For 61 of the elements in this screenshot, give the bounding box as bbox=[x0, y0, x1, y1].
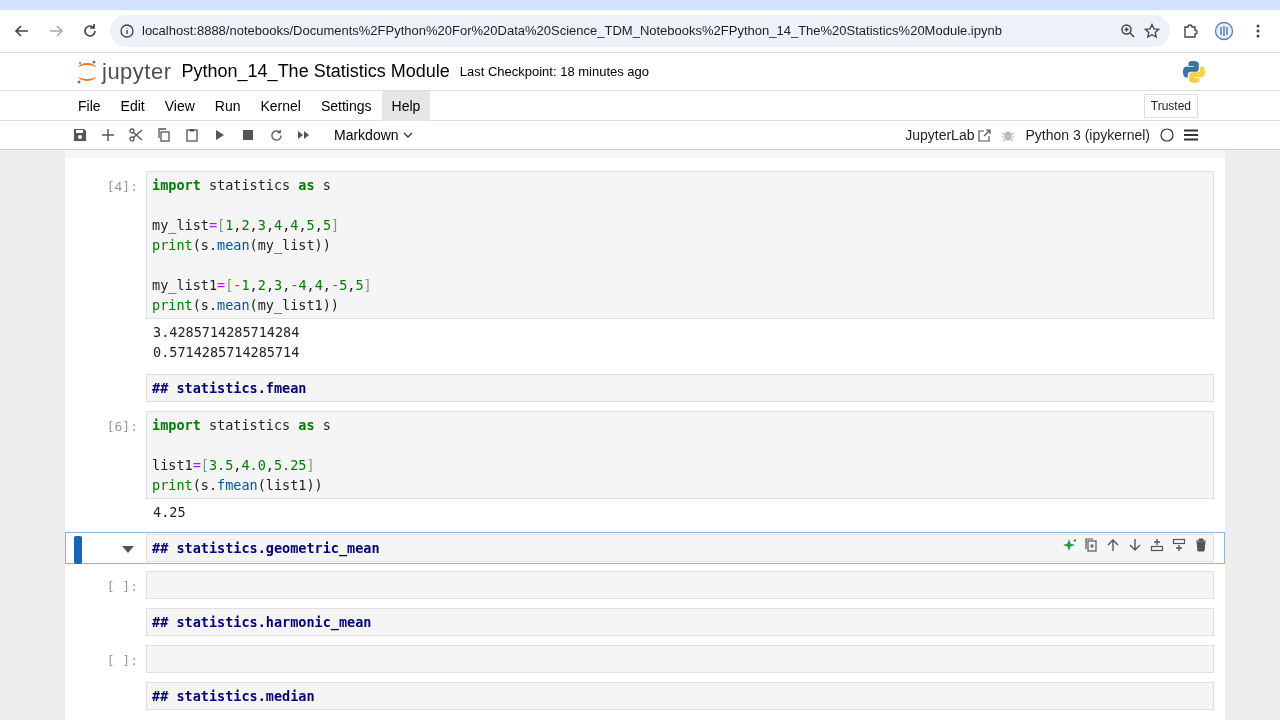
markdown-cell[interactable]: ## statistics.fmean bbox=[146, 374, 1214, 402]
collapse-caret-icon[interactable] bbox=[122, 546, 134, 553]
kernel-name[interactable]: Python 3 (ipykernel) bbox=[1025, 124, 1150, 146]
insert-above-icon[interactable] bbox=[1150, 538, 1164, 552]
checkpoint-text: Last Checkpoint: 18 minutes ago bbox=[459, 62, 650, 81]
markdown-heading: ## statistics.harmonic_mean bbox=[152, 613, 373, 632]
star-icon[interactable] bbox=[1144, 23, 1160, 39]
code-cell-input[interactable] bbox=[146, 571, 1214, 599]
active-cell-indicator bbox=[74, 536, 82, 564]
code-line: my_list1=[-1,2,3,-4,4,-5,5] bbox=[152, 276, 373, 295]
address-bar[interactable]: localhost:8888/notebooks/Documents%2FPython%20For%20Data%20Science_TDM_Notebooks%2FPython_14_The%20Statistics%20Module.ipynb bbox=[110, 15, 1170, 47]
cell-prompt: [ ]: bbox=[106, 653, 138, 668]
code-line: import statistics as s bbox=[152, 416, 332, 435]
zoom-icon[interactable] bbox=[1120, 23, 1136, 39]
external-link-icon bbox=[978, 128, 992, 142]
menu-item[interactable]: Run bbox=[204, 90, 251, 121]
markdown-cell[interactable]: ## statistics.geometric_mean bbox=[146, 534, 1214, 562]
cell-type-dropdown[interactable]: Markdown bbox=[328, 123, 419, 147]
code-line: my_list=[1,2,3,4,4,5,5] bbox=[152, 216, 341, 235]
cell-prompt: [ ]: bbox=[106, 579, 138, 594]
jupyterlab-link[interactable]: JupyterLab bbox=[905, 124, 992, 146]
code-line: import statistics as s bbox=[152, 176, 332, 195]
notebook-title[interactable]: Python_14_The Statistics Module bbox=[181, 58, 450, 85]
code-line: print(s.fmean(list1)) bbox=[152, 476, 324, 495]
code-cell-input[interactable] bbox=[146, 645, 1214, 673]
info-icon bbox=[120, 24, 134, 38]
menu-icon[interactable] bbox=[1184, 129, 1198, 141]
menu-item[interactable]: Kernel bbox=[250, 90, 311, 121]
markdown-heading: ## statistics.fmean bbox=[152, 379, 308, 398]
kernel-status-icon bbox=[1160, 128, 1174, 142]
jupyter-wordmark: jupyter bbox=[102, 58, 172, 86]
duplicate-icon[interactable] bbox=[1084, 538, 1098, 552]
cell-prompt: [6]: bbox=[106, 419, 138, 434]
code-cell-input[interactable]: import statistics as s my_list=[1,2,3,4,4,5,5] print(s.mean(my_list)) my_list1=[-1,2,3,-4,4,-5,5] print(s.mean(my_list1)) bbox=[146, 171, 1214, 319]
cell-prompt: [4]: bbox=[106, 179, 138, 194]
markdown-heading: ## statistics.median bbox=[152, 687, 316, 706]
jupyter-logo-icon bbox=[76, 58, 98, 85]
url-text: localhost:8888/notebooks/Documents%2FPython%20For%20Data%20Science_TDM_Notebooks%2FPython_14_The%20Statistics%20Module.ipynb bbox=[142, 22, 1003, 41]
markdown-heading: ## statistics.geometric_mean bbox=[152, 539, 381, 558]
menu-item[interactable]: Settings bbox=[310, 90, 382, 121]
code-line: list1=[3.5,4.0,5.25] bbox=[152, 456, 316, 475]
chevron-down-icon bbox=[402, 132, 413, 138]
trusted-badge: Trusted bbox=[1143, 93, 1198, 118]
code-line: print(s.mean(my_list1)) bbox=[152, 296, 340, 315]
markdown-cell[interactable]: ## statistics.harmonic_mean bbox=[146, 608, 1214, 636]
code-cell-input[interactable]: import statistics as s list1=[3.5,4.0,5.25] print(s.fmean(list1)) bbox=[146, 411, 1214, 499]
menu-item[interactable]: Help bbox=[381, 90, 431, 121]
arrow-up-icon[interactable] bbox=[1106, 538, 1120, 552]
output-text: 4.25 bbox=[152, 503, 187, 522]
menu-item[interactable]: File bbox=[68, 90, 111, 121]
menu-item[interactable]: View bbox=[154, 90, 205, 121]
arrow-down-icon[interactable] bbox=[1128, 538, 1142, 552]
python-logo-icon bbox=[1182, 59, 1206, 84]
insert-below-icon[interactable] bbox=[1172, 538, 1186, 552]
sparkle-icon[interactable] bbox=[1062, 538, 1076, 552]
output-text: 0.5714285714285714 bbox=[152, 343, 301, 362]
code-line: print(s.mean(my_list)) bbox=[152, 236, 332, 255]
output-text: 3.4285714285714284 bbox=[152, 323, 301, 342]
markdown-cell[interactable]: ## statistics.median bbox=[146, 682, 1214, 710]
delete-icon[interactable] bbox=[1194, 538, 1208, 552]
menu-item[interactable]: Edit bbox=[110, 90, 155, 121]
